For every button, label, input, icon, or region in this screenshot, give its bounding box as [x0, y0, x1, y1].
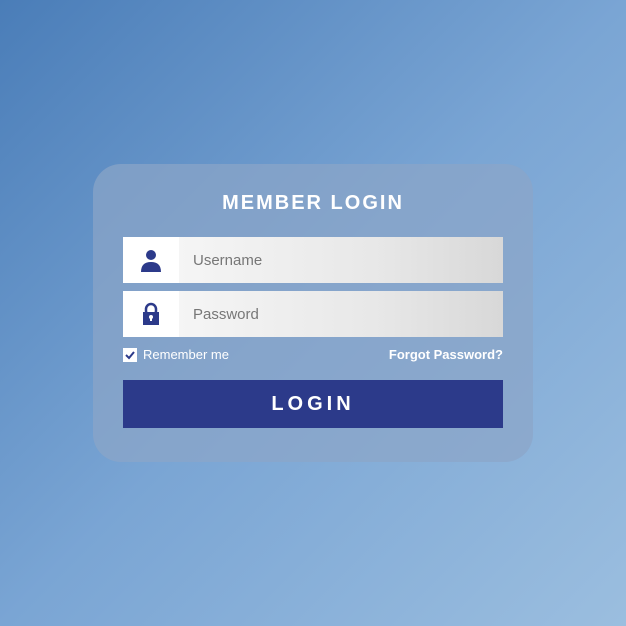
password-row	[123, 291, 503, 337]
username-field-box	[179, 237, 503, 283]
user-icon	[123, 237, 179, 283]
forgot-password-link[interactable]: Forgot Password?	[389, 347, 503, 362]
login-button[interactable]: LOGIN	[123, 380, 503, 428]
password-field-box	[179, 291, 503, 337]
password-input[interactable]	[193, 306, 503, 323]
lock-icon	[123, 291, 179, 337]
remember-me-label: Remember me	[143, 347, 229, 362]
panel-title: MEMBER LOGIN	[123, 192, 503, 215]
checkmark-icon	[123, 348, 137, 362]
login-panel: MEMBER LOGIN	[93, 164, 533, 462]
username-input[interactable]	[193, 252, 503, 269]
options-row: Remember me Forgot Password?	[123, 347, 503, 362]
username-row	[123, 237, 503, 283]
remember-me-checkbox[interactable]: Remember me	[123, 347, 229, 362]
